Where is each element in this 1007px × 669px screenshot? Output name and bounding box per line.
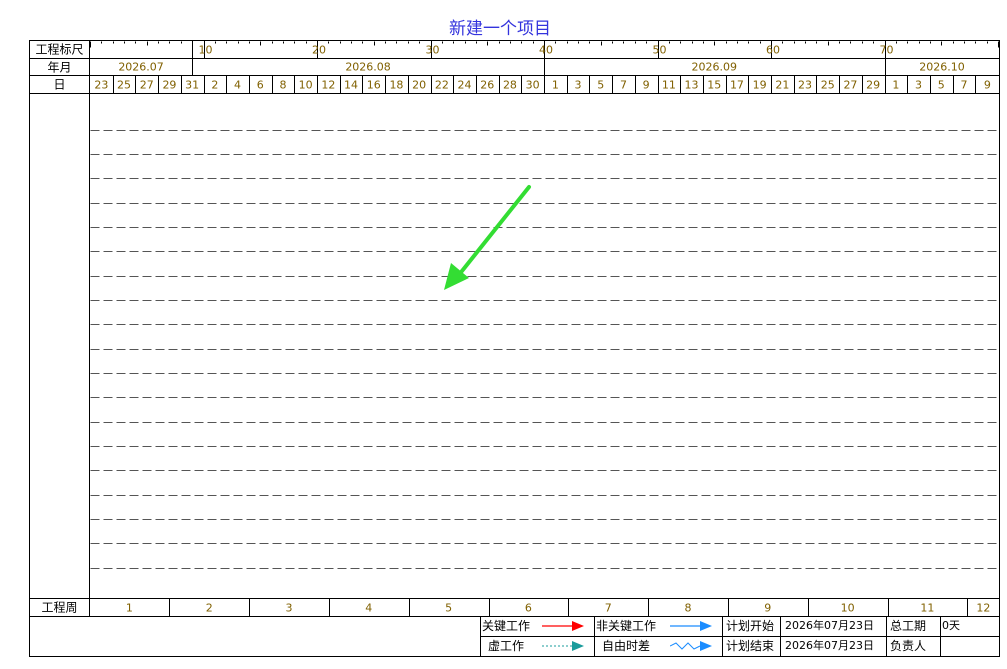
day-label: 23	[798, 79, 812, 92]
day-label: 1	[892, 79, 899, 92]
day-label: 29	[866, 79, 880, 92]
day-label: 2	[211, 79, 218, 92]
week-label: 4	[365, 602, 372, 615]
day-label: 8	[279, 79, 286, 92]
week-label: 11	[920, 602, 934, 615]
row-label-scale: 工程标尺	[35, 42, 83, 57]
day-label: 20	[412, 79, 426, 92]
week-label: 8	[685, 602, 692, 615]
day-label: 13	[685, 79, 699, 92]
day-label: 11	[662, 79, 676, 92]
day-label: 30	[526, 79, 540, 92]
day-label: 19	[753, 79, 767, 92]
day-label: 21	[775, 79, 789, 92]
day-label: 24	[458, 79, 472, 92]
day-label: 3	[915, 79, 922, 92]
day-label: 17	[730, 79, 744, 92]
day-label: 14	[344, 79, 358, 92]
day-label: 16	[367, 79, 381, 92]
week-label: 5	[445, 602, 452, 615]
day-label: 27	[140, 79, 154, 92]
day-label: 23	[94, 79, 108, 92]
week-label: 10	[841, 602, 855, 615]
day-label: 7	[620, 79, 627, 92]
scale-label: 10	[199, 44, 213, 57]
chart-frame	[29, 40, 1000, 657]
scale-label: 50	[653, 44, 667, 57]
month-label: 2026.07	[118, 61, 164, 74]
legend-plan-start-label: 计划开始	[726, 619, 775, 633]
day-label: 4	[234, 79, 241, 92]
legend-duration-label: 总工期	[890, 619, 927, 633]
scale-label: 40	[539, 44, 553, 57]
day-label: 1	[552, 79, 559, 92]
row-label-week: 工程周	[41, 600, 77, 615]
legend-duration-value: 0天	[942, 619, 960, 632]
day-label: 31	[185, 79, 199, 92]
day-label: 22	[435, 79, 449, 92]
legend-dummy-label: 虚工作	[488, 639, 525, 653]
day-label: 9	[643, 79, 650, 92]
scale-label: 20	[312, 44, 326, 57]
week-label: 12	[976, 602, 990, 615]
legend-free-float-label: 自由时差	[602, 639, 651, 653]
row-label-month: 年月	[47, 61, 71, 75]
legend-non-critical-arrow-icon	[670, 621, 712, 631]
month-label: 2026.09	[692, 61, 738, 74]
legend-panel: 关键工作 非关键工作 计划开始 2026年07月23日 总工期 0天 虚工作 自…	[480, 616, 1000, 656]
day-label: 10	[299, 79, 313, 92]
timescale-network-chart: 工程标尺年月日工程周10 20 30 40 50 60 702026.07 2026.08 20…	[29, 40, 1000, 657]
month-label: 2026.10	[919, 61, 965, 74]
legend-free-float-wave-icon	[670, 641, 712, 651]
day-label: 5	[597, 79, 604, 92]
day-label: 26	[480, 79, 494, 92]
week-label: 1	[126, 602, 133, 615]
scale-label: 30	[426, 44, 440, 57]
week-label: 6	[525, 602, 532, 615]
day-label: 27	[843, 79, 857, 92]
row-label-day: 日	[53, 78, 65, 92]
legend-critical-arrow-icon	[542, 621, 584, 631]
legend-non-critical-label: 非关键工作	[596, 619, 657, 633]
week-label: 7	[605, 602, 612, 615]
day-label: 7	[960, 79, 967, 92]
legend-plan-end-value: 2026年07月23日	[785, 639, 874, 652]
annotation-arrow-shaft	[456, 185, 531, 278]
month-label: 2026.08	[345, 61, 391, 74]
legend-owner-label: 负责人	[890, 639, 927, 653]
legend-critical-label: 关键工作	[482, 619, 531, 633]
legend-owner-value	[942, 636, 998, 656]
day-label: 29	[162, 79, 176, 92]
week-label: 9	[764, 602, 771, 615]
day-label: 9	[984, 79, 991, 92]
day-label: 12	[321, 79, 335, 92]
day-label: 28	[503, 79, 517, 92]
week-label: 3	[286, 602, 293, 615]
day-label: 18	[389, 79, 403, 92]
day-label: 25	[821, 79, 835, 92]
day-label: 6	[257, 79, 264, 92]
scale-label: 70	[880, 44, 894, 57]
day-label: 3	[575, 79, 582, 92]
week-label: 2	[206, 602, 213, 615]
day-label: 5	[938, 79, 945, 92]
scale-label: 60	[766, 44, 780, 57]
day-label: 15	[707, 79, 721, 92]
legend-plan-start-value: 2026年07月23日	[785, 619, 874, 632]
legend-dummy-arrow-icon	[542, 641, 584, 651]
day-label: 25	[117, 79, 131, 92]
legend-plan-end-label: 计划结束	[726, 639, 775, 653]
